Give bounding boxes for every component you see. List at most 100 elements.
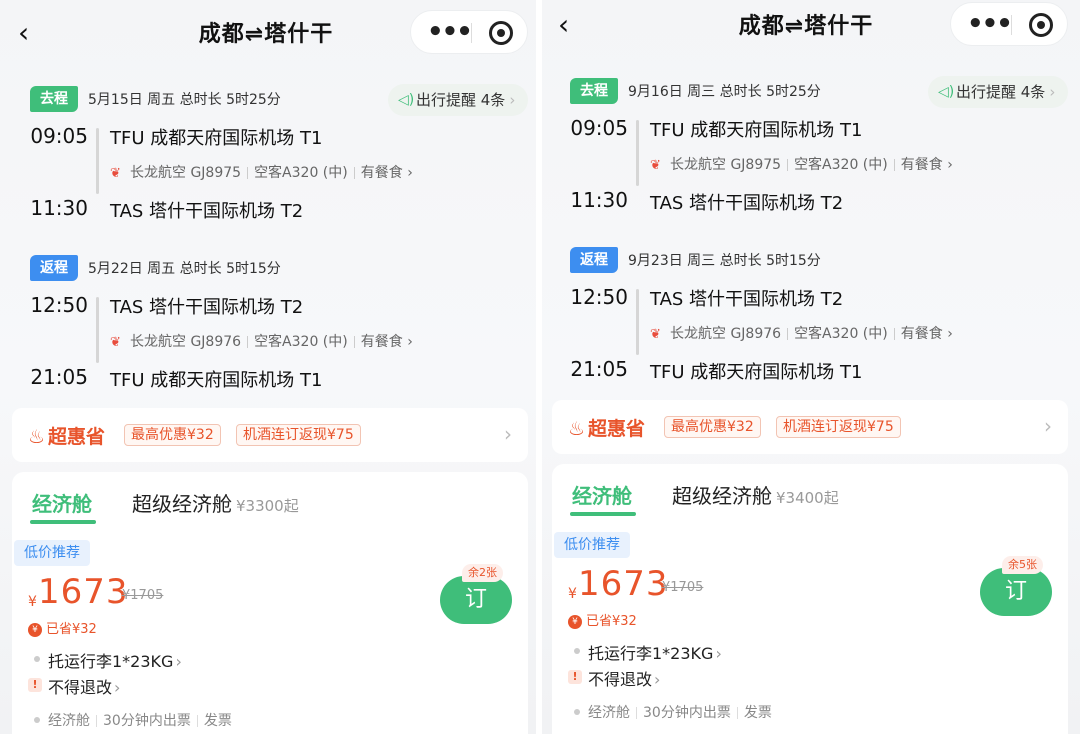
- inbound-arr-time: 21:05: [30, 365, 88, 389]
- refund-info[interactable]: 不得退改 ›: [588, 666, 660, 690]
- footer-issue: 30分钟内出票: [103, 713, 191, 729]
- info-divider: [353, 167, 355, 179]
- low-price-tag: 低价推荐: [554, 532, 630, 558]
- warning-icon: !: [568, 670, 582, 684]
- active-tab-indicator: [30, 520, 96, 524]
- outbound-flight-info[interactable]: ❦ 长龙航空 GJ8975 空客A320 (中) 有餐食 ›: [650, 154, 953, 174]
- remaining-seats-badge: 余2张: [462, 564, 503, 582]
- saved-label: 已省¥32: [46, 622, 97, 637]
- inbound-dep-airport: TAS 塔什干国际机场 T2: [110, 297, 304, 318]
- back-button[interactable]: ‹: [18, 18, 42, 48]
- route-line: [96, 297, 99, 363]
- outbound-arr-airport: TAS 塔什干国际机场 T2: [110, 201, 304, 222]
- inbound-tag: 返程: [570, 247, 618, 273]
- price-value: 1673: [578, 564, 669, 604]
- outbound-section: 去程 5月15日 周五 总时长 5时25分 ◁) 出行提醒 4条 › 09:05 …: [0, 84, 540, 256]
- ticket-footer: 经济舱 30分钟内出票 发票: [588, 702, 772, 722]
- tab-premium-label: 超级经济舱: [132, 492, 232, 516]
- outbound-flight-info[interactable]: ❦ 长龙航空 GJ8975 空客A320 (中) 有餐食 ›: [110, 162, 413, 182]
- more-dots-icon[interactable]: •••: [967, 9, 1013, 39]
- inbound-section: 返程 5月22日 周五 总时长 5时15分 12:50 TAS 塔什干国际机场 …: [0, 255, 540, 425]
- outbound-arr-airport: TAS 塔什干国际机场 T2: [650, 193, 844, 214]
- tab-premium-economy[interactable]: 超级经济舱 ¥3300起: [132, 488, 299, 517]
- outbound-meal: 有餐食: [900, 157, 943, 173]
- page-title: 成都⇌塔什干: [198, 22, 334, 47]
- promo-banner[interactable]: ♨ 超惠省 最高优惠¥32 机酒连订返现¥75 ›: [552, 400, 1068, 454]
- target-close-icon[interactable]: [1029, 13, 1053, 37]
- info-divider: [636, 707, 637, 719]
- tab-premium-economy[interactable]: 超级经济舱 ¥3400起: [672, 480, 839, 509]
- footer-class: 经济舱: [48, 713, 90, 729]
- low-price-tag: 低价推荐: [14, 540, 90, 566]
- chevron-right-icon: ›: [942, 157, 953, 173]
- route-line: [636, 289, 639, 355]
- promo-brand-label: 超惠省: [588, 418, 646, 440]
- travel-reminder-button[interactable]: ◁) 出行提醒 4条 ›: [928, 76, 1068, 108]
- original-price: ¥1705: [122, 588, 164, 603]
- nav-header: ‹ 成都⇌塔什干 •••: [0, 0, 540, 66]
- chevron-right-icon: ›: [402, 165, 413, 181]
- baggage-info[interactable]: 托运行李1*23KG ›: [48, 648, 182, 672]
- chevron-right-icon: ›: [402, 334, 413, 350]
- miniapp-capsule: •••: [410, 10, 528, 54]
- book-button[interactable]: 订: [440, 576, 512, 624]
- airline-logo-icon: ❦: [650, 327, 661, 342]
- more-dots-icon[interactable]: •••: [427, 17, 473, 47]
- inbound-meta: 9月23日 周三 总时长 5时15分: [628, 253, 821, 269]
- capsule-divider: [1011, 15, 1012, 35]
- baggage-label: 托运行李1*23KG: [588, 644, 714, 663]
- airline-logo-icon: ❦: [110, 335, 121, 350]
- outbound-meal: 有餐食: [360, 165, 403, 181]
- tab-economy[interactable]: 经济舱: [572, 480, 632, 509]
- outbound-section: 去程 9月16日 周三 总时长 5时25分 ◁) 出行提醒 4条 › 09:05 …: [540, 76, 1080, 248]
- saved-amount: ¥ 已省¥32: [568, 610, 637, 629]
- footer-invoice: 发票: [743, 705, 772, 721]
- outbound-dep-airport: TFU 成都天府国际机场 T1: [110, 128, 323, 149]
- refund-info[interactable]: 不得退改 ›: [48, 674, 120, 698]
- inbound-arr-airport: TFU 成都天府国际机场 T1: [110, 370, 323, 391]
- promo-brand: ♨ 超惠省: [568, 414, 645, 441]
- outbound-airline: 长龙航空 GJ8975: [670, 157, 782, 173]
- inbound-dep-time: 12:50: [570, 285, 628, 309]
- ticket-footer: 经济舱 30分钟内出票 发票: [48, 710, 232, 730]
- price-value: 1673: [38, 572, 129, 612]
- book-button[interactable]: 订: [980, 568, 1052, 616]
- coin-icon: ¥: [568, 614, 582, 629]
- outbound-tag: 去程: [30, 86, 78, 112]
- outbound-meta: 5月15日 周五 总时长 5时25分: [88, 92, 281, 108]
- inbound-flight-info[interactable]: ❦ 长龙航空 GJ8976 空客A320 (中) 有餐食 ›: [650, 323, 953, 343]
- panel-content: ‹ 成都⇌塔什干 ••• 去程 5月15日 周五 总时长 5时25分 ◁) 出行…: [0, 0, 540, 734]
- target-close-icon[interactable]: [489, 21, 513, 45]
- chevron-left-icon: ‹: [558, 8, 570, 41]
- chevron-right-icon: ›: [509, 91, 516, 109]
- travel-reminder-button[interactable]: ◁) 出行提醒 4条 ›: [388, 84, 528, 116]
- inbound-dep-time: 12:50: [30, 293, 88, 317]
- back-button[interactable]: ‹: [558, 10, 582, 40]
- promo-banner[interactable]: ♨ 超惠省 最高优惠¥32 机酒连订返现¥75 ›: [12, 408, 528, 462]
- promo-tag-cashback: 机酒连订返现¥75: [236, 424, 361, 446]
- info-divider: [96, 715, 97, 727]
- inbound-flight-info[interactable]: ❦ 长龙航空 GJ8976 空客A320 (中) 有餐食 ›: [110, 331, 413, 351]
- baggage-info[interactable]: 托运行李1*23KG ›: [588, 640, 722, 664]
- refund-label: 不得退改: [588, 670, 653, 689]
- route-line: [96, 128, 99, 194]
- inbound-dep-airport: TAS 塔什干国际机场 T2: [650, 289, 844, 310]
- page-title: 成都⇌塔什干: [738, 14, 874, 39]
- chevron-right-icon: ›: [1049, 83, 1056, 101]
- promo-tag-cashback: 机酒连订返现¥75: [776, 416, 901, 438]
- miniapp-capsule: •••: [950, 2, 1068, 46]
- flame-icon: ♨: [28, 426, 46, 448]
- bullet-dot: [574, 648, 580, 654]
- refund-label: 不得退改: [48, 678, 113, 697]
- inbound-arr-airport: TFU 成都天府国际机场 T1: [650, 362, 863, 383]
- capsule-divider: [471, 23, 472, 43]
- airline-logo-icon: ❦: [110, 166, 121, 181]
- chevron-right-icon: ›: [114, 678, 121, 697]
- tab-economy[interactable]: 经济舱: [32, 488, 92, 517]
- tab-premium-price: ¥3300起: [236, 497, 299, 515]
- tab-premium-price: ¥3400起: [776, 489, 839, 507]
- speaker-icon: ◁): [398, 92, 415, 108]
- inbound-section: 返程 9月23日 周三 总时长 5时15分 12:50 TAS 塔什干国际机场 …: [540, 247, 1080, 417]
- panel-gap: [536, 0, 542, 734]
- reminder-label: 出行提醒 4条: [416, 91, 506, 109]
